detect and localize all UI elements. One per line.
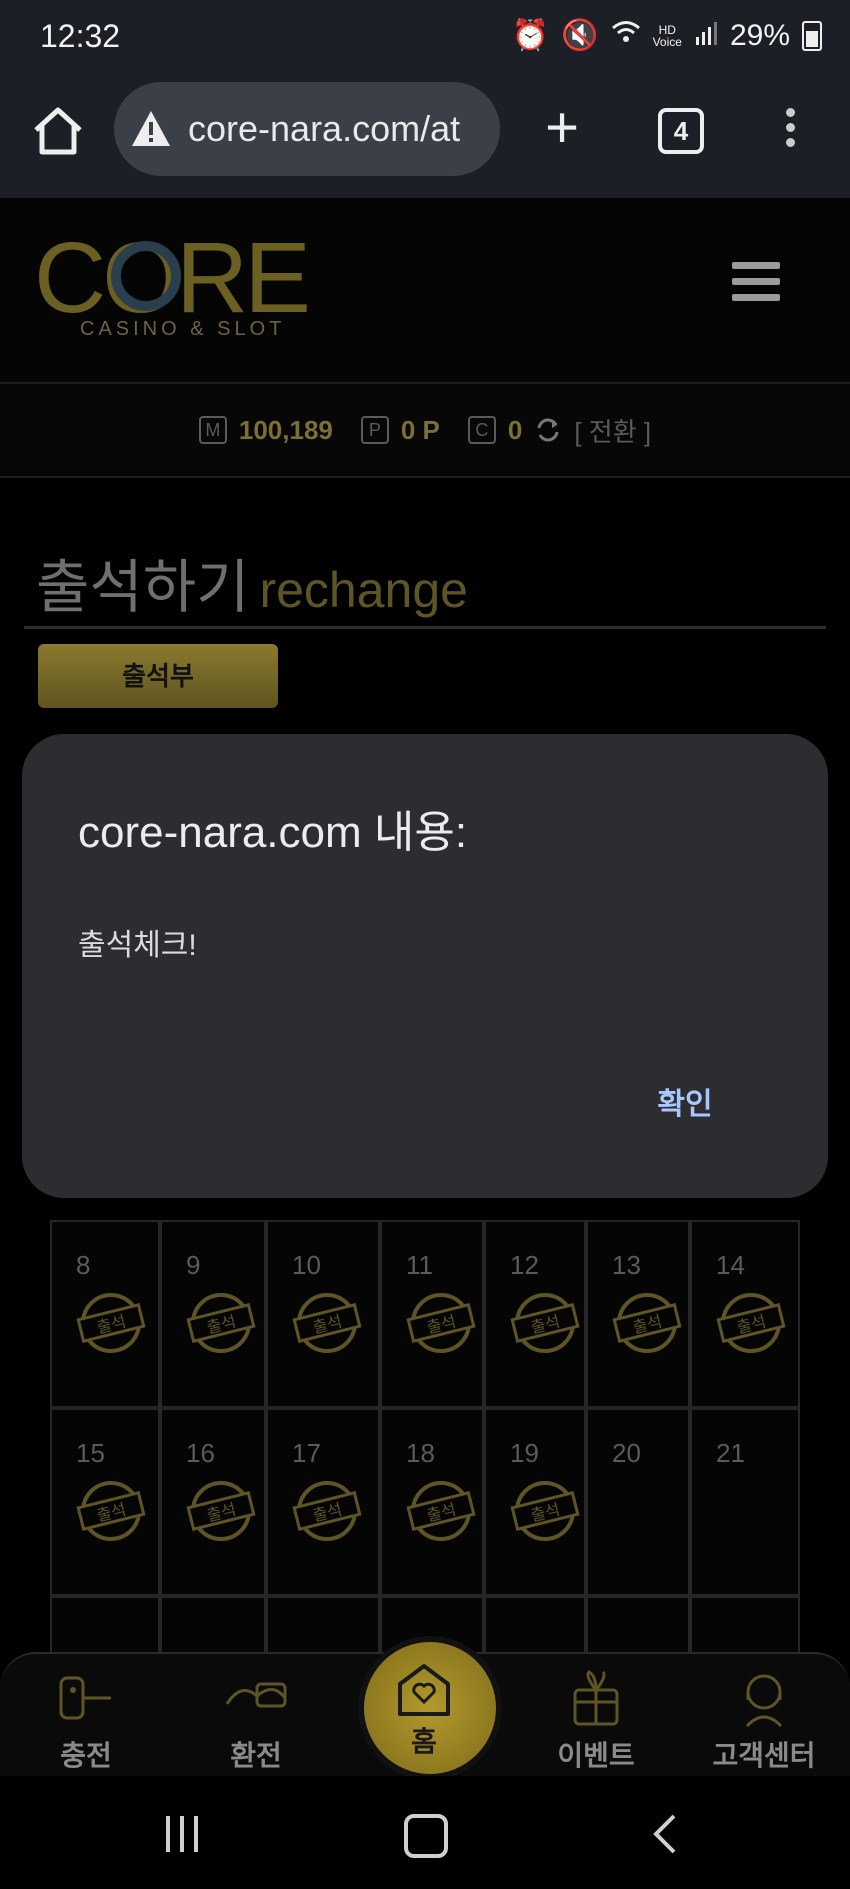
attendance-stamp: 출석	[76, 1293, 146, 1353]
dialog-ok-button[interactable]: 확인	[640, 1080, 730, 1130]
battery-text: 29%	[729, 18, 790, 52]
nav-charge[interactable]: 충전	[16, 1660, 156, 1774]
dialog-message: 출석체크!	[78, 929, 197, 962]
calendar-cell: 11 출석	[380, 1220, 484, 1408]
warning-icon[interactable]	[130, 108, 172, 150]
hd-voice-icon: HD Voice	[652, 22, 682, 49]
calendar-cell: 13 출석	[586, 1220, 690, 1408]
attendance-stamp: 출석	[406, 1293, 476, 1353]
more-options-icon[interactable]	[786, 108, 796, 150]
gift-icon	[573, 1670, 619, 1726]
signal-icon	[694, 19, 718, 53]
attendance-stamp: 출석	[510, 1293, 580, 1353]
calendar-day-number: 13	[612, 1250, 641, 1280]
charge-icon	[59, 1676, 111, 1720]
nav-home-label: 홈	[411, 1726, 437, 1757]
nav-event-label: 이벤트	[557, 1740, 635, 1771]
coin-value: 0	[507, 414, 523, 445]
calendar-cell	[586, 1596, 690, 1656]
calendar-day-number: 12	[510, 1250, 539, 1280]
attendance-tab-button[interactable]: 출석부	[38, 644, 278, 708]
points-badge: P	[360, 416, 389, 444]
page-title: 출석하기 rechange	[36, 540, 468, 624]
calendar-day-number: 21	[716, 1438, 745, 1468]
nav-support-label: 고객센터	[712, 1740, 816, 1771]
headset-icon	[745, 1674, 783, 1728]
alarm-icon: ⏰	[511, 19, 550, 52]
calendar-cell	[160, 1596, 266, 1656]
nav-event[interactable]: 이벤트	[526, 1660, 666, 1774]
money-value: 100,189	[238, 414, 333, 445]
points-value: 0 P	[400, 414, 440, 445]
calendar-cell	[50, 1596, 160, 1656]
calendar-cell	[484, 1596, 586, 1656]
attendance-stamp: 출석	[76, 1481, 146, 1541]
home-icon[interactable]	[30, 102, 86, 158]
calendar-cell: 12 출석	[484, 1220, 586, 1408]
calendar-cell: 8 출석	[50, 1220, 160, 1408]
calendar-cell: 20	[586, 1408, 690, 1596]
menu-icon[interactable]	[732, 262, 780, 306]
calendar-day-number: 17	[292, 1438, 321, 1468]
status-icons: ⏰ 🔇 HD Voice 29%	[512, 18, 822, 53]
back-icon[interactable]	[650, 1812, 678, 1856]
attendance-stamp: 출석	[406, 1481, 476, 1541]
wifi-icon	[611, 19, 641, 53]
dialog-title: core-nara.com 내용:	[78, 808, 468, 857]
address-bar[interactable]: core-nara.com/at	[114, 82, 500, 176]
switch-link[interactable]: [ 전환 ]	[574, 412, 651, 449]
attendance-stamp: 출석	[510, 1481, 580, 1541]
calendar-day-number: 8	[76, 1250, 91, 1280]
house-heart-icon	[398, 1664, 450, 1716]
attendance-stamp: 출석	[292, 1481, 362, 1541]
balance-bar: M 100,189 P 0 P C 0 [ 전환 ]	[0, 384, 850, 478]
calendar-day-number: 9	[186, 1250, 201, 1280]
exchange-icon	[225, 1682, 287, 1708]
calendar-day-number: 14	[716, 1250, 745, 1280]
calendar-cell: 16 출석	[160, 1408, 266, 1596]
recents-icon[interactable]	[166, 1816, 206, 1852]
system-home-icon[interactable]	[404, 1814, 448, 1858]
calendar-cell: 15 출석	[50, 1408, 160, 1596]
mute-icon: 🔇	[561, 19, 599, 52]
calendar-cell: 19 출석	[484, 1408, 586, 1596]
coin-badge: C	[467, 416, 496, 444]
page-title-en: rechange	[259, 562, 468, 618]
nav-charge-label: 충전	[60, 1740, 112, 1771]
nav-support[interactable]: 고객센터	[694, 1660, 834, 1774]
tab-switcher-button[interactable]: 4	[658, 108, 704, 154]
calendar-day-number: 18	[406, 1438, 435, 1468]
refresh-icon[interactable]	[534, 416, 562, 444]
nav-exchange[interactable]: 환전	[186, 1660, 326, 1774]
new-tab-button[interactable]: +	[536, 99, 588, 160]
calendar-cell	[266, 1596, 380, 1656]
calendar-cell: 9 출석	[160, 1220, 266, 1408]
attendance-stamp: 출석	[612, 1293, 682, 1353]
calendar-cell: 18 출석	[380, 1408, 484, 1596]
calendar-cell: 10 출석	[266, 1220, 380, 1408]
calendar-day-number: 11	[406, 1250, 433, 1280]
calendar-day-number: 15	[76, 1438, 105, 1468]
attendance-stamp: 출석	[186, 1293, 256, 1353]
calendar-cell: 17 출석	[266, 1408, 380, 1596]
status-time: 12:32	[40, 18, 121, 54]
calendar-cell	[690, 1596, 800, 1656]
calendar-day-number: 10	[292, 1250, 321, 1280]
page-title-ko: 출석하기	[36, 555, 250, 620]
url-text[interactable]: core-nara.com/at	[188, 108, 460, 150]
calendar-day-number: 19	[510, 1438, 539, 1468]
calendar-day-number: 16	[186, 1438, 215, 1468]
attendance-stamp: 출석	[292, 1293, 362, 1353]
attendance-stamp: 출석	[186, 1481, 256, 1541]
calendar-day-number: 20	[612, 1438, 641, 1468]
calendar-cell: 21	[690, 1408, 800, 1596]
calendar-cell: 14 출석	[690, 1220, 800, 1408]
nav-exchange-label: 환전	[230, 1740, 282, 1771]
attendance-stamp: 출석	[716, 1293, 786, 1353]
battery-icon	[802, 20, 822, 51]
money-badge: M	[198, 416, 227, 444]
title-divider	[24, 626, 826, 629]
logo-subtitle: CASINO & SLOT	[80, 318, 286, 340]
